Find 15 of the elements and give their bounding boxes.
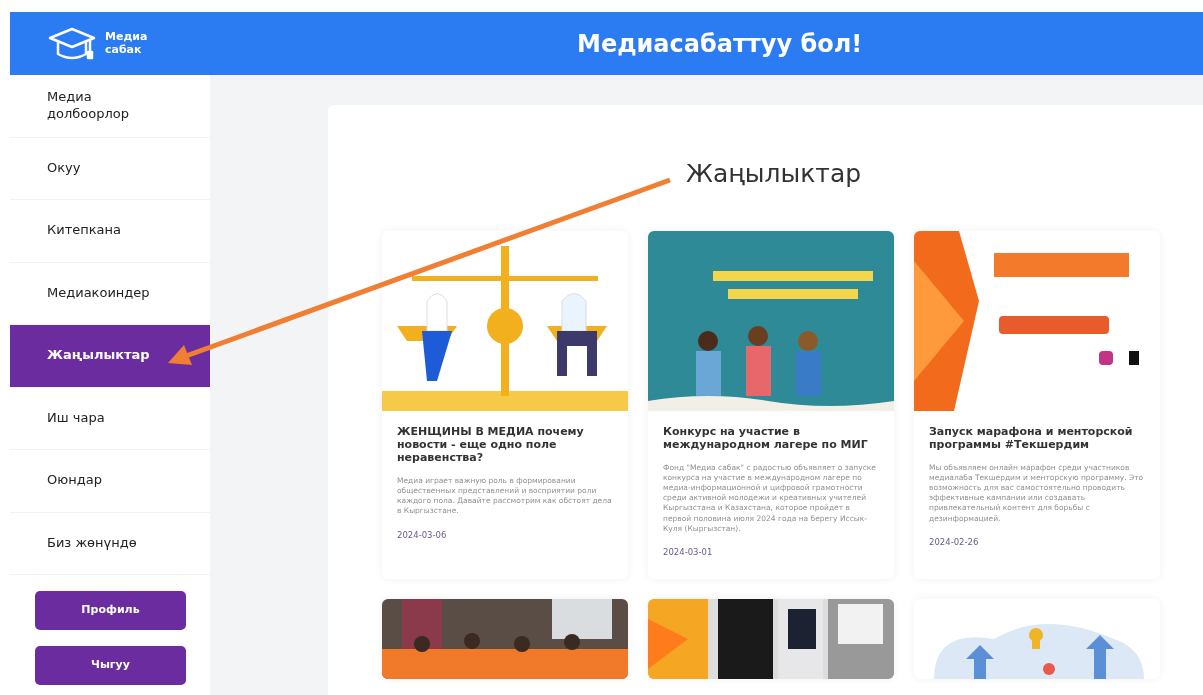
graduation-cap-icon [47,25,97,62]
news-title[interactable]: Запуск марафона и менторской программы #Текшердим [929,424,1145,451]
news-date: 2024-03-01 [663,545,714,559]
sidebar-item[interactable]: Жаңылыктар [10,325,210,388]
logo-text: Медиа сабак [105,30,149,57]
news-title[interactable]: Конкурс на участие в международном лагере по МИГ [663,424,879,451]
page-title: Медиасабаттуу бол! [577,28,863,60]
news-date: 2024-02-26 [929,535,980,549]
news-card[interactable] [648,230,894,579]
news-card[interactable] [382,230,628,579]
news-date: 2024-03-06 [397,528,448,542]
section-title: Жаңылыктар [686,158,863,190]
profile-button[interactable]: Профиль [35,591,186,630]
news-title[interactable]: ЖЕНЩИНЫ В МЕДИА почему новости - еще одно поле неравенства? [397,424,613,465]
logout-button[interactable]: Чыгуу [35,646,186,685]
